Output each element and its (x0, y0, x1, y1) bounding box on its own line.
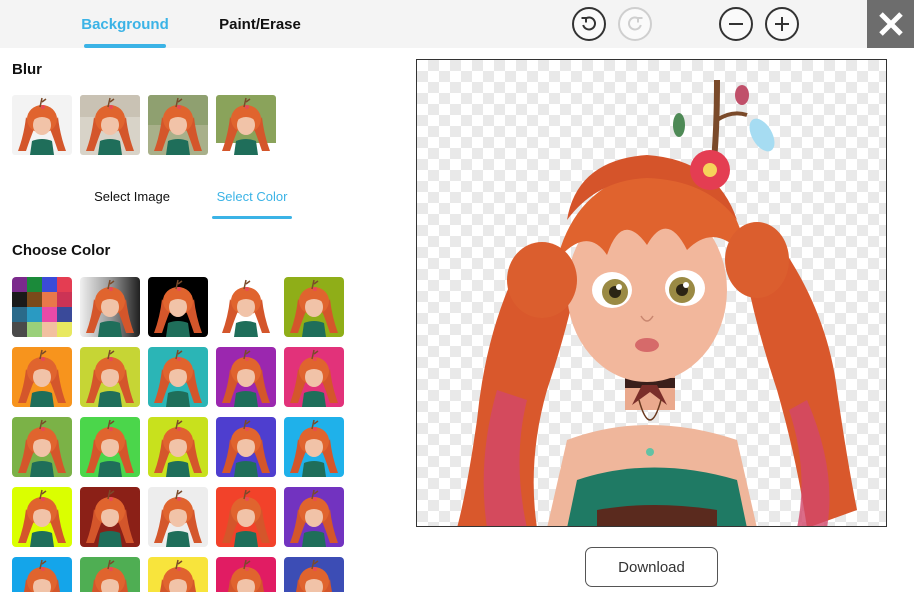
color-swatch[interactable] (216, 487, 276, 547)
zoom-out-button[interactable] (719, 7, 753, 41)
subtab-select-color[interactable]: Select Color (212, 189, 292, 219)
color-swatch[interactable] (148, 277, 208, 337)
blur-thumb-3[interactable] (148, 95, 208, 155)
color-swatch[interactable] (80, 487, 140, 547)
color-swatch[interactable] (148, 557, 208, 592)
download-button-label: Download (618, 558, 685, 576)
color-swatch[interactable] (12, 487, 72, 547)
color-swatch[interactable] (284, 417, 344, 477)
color-swatch[interactable] (80, 557, 140, 592)
subtab-select-image[interactable]: Select Image (82, 189, 182, 204)
blur-options (12, 95, 276, 155)
tab-background-label: Background (81, 15, 169, 33)
active-subtab-indicator (212, 216, 292, 219)
image-canvas[interactable] (416, 59, 887, 527)
close-button[interactable] (867, 0, 914, 48)
zoom-in-icon (775, 17, 789, 31)
color-swatch-grid (12, 277, 344, 592)
undo-icon (581, 16, 596, 31)
redo-button[interactable] (618, 7, 652, 41)
color-swatch[interactable] (12, 417, 72, 477)
subtab-select-color-label: Select Color (216, 189, 288, 204)
color-swatch[interactable] (284, 347, 344, 407)
tab-paint-erase[interactable]: Paint/Erase (212, 0, 308, 48)
tab-background[interactable]: Background (80, 0, 170, 48)
zoom-in-button[interactable] (765, 7, 799, 41)
choose-color-title: Choose Color (12, 242, 111, 259)
tab-paint-erase-label: Paint/Erase (219, 15, 301, 33)
blur-thumb-1[interactable] (12, 95, 72, 155)
blur-thumb-2[interactable] (80, 95, 140, 155)
download-button[interactable]: Download (585, 547, 718, 587)
color-swatch[interactable] (284, 277, 344, 337)
close-icon (878, 12, 903, 36)
color-swatch[interactable] (284, 487, 344, 547)
color-swatch[interactable] (216, 347, 276, 407)
color-swatch[interactable] (216, 417, 276, 477)
zoom-out-icon (729, 23, 743, 25)
undo-button[interactable] (572, 7, 606, 41)
left-panel: Blur Select Image Select Color Choose Co… (0, 48, 390, 592)
subtab-select-image-label: Select Image (94, 189, 170, 204)
color-swatch[interactable] (216, 557, 276, 592)
color-swatch[interactable] (80, 417, 140, 477)
color-swatch[interactable] (12, 557, 72, 592)
blur-title: Blur (12, 61, 42, 78)
color-swatch[interactable] (216, 277, 276, 337)
top-bar: Background Paint/Erase (0, 0, 914, 48)
color-swatch[interactable] (284, 557, 344, 592)
blur-thumb-4[interactable] (216, 95, 276, 155)
subject-image (457, 79, 857, 526)
color-swatch[interactable] (148, 347, 208, 407)
color-swatch[interactable] (12, 277, 72, 337)
color-swatch[interactable] (80, 347, 140, 407)
redo-icon (628, 16, 643, 31)
color-swatch[interactable] (80, 277, 140, 337)
color-swatch[interactable] (148, 417, 208, 477)
color-swatch[interactable] (148, 487, 208, 547)
color-swatch[interactable] (12, 347, 72, 407)
